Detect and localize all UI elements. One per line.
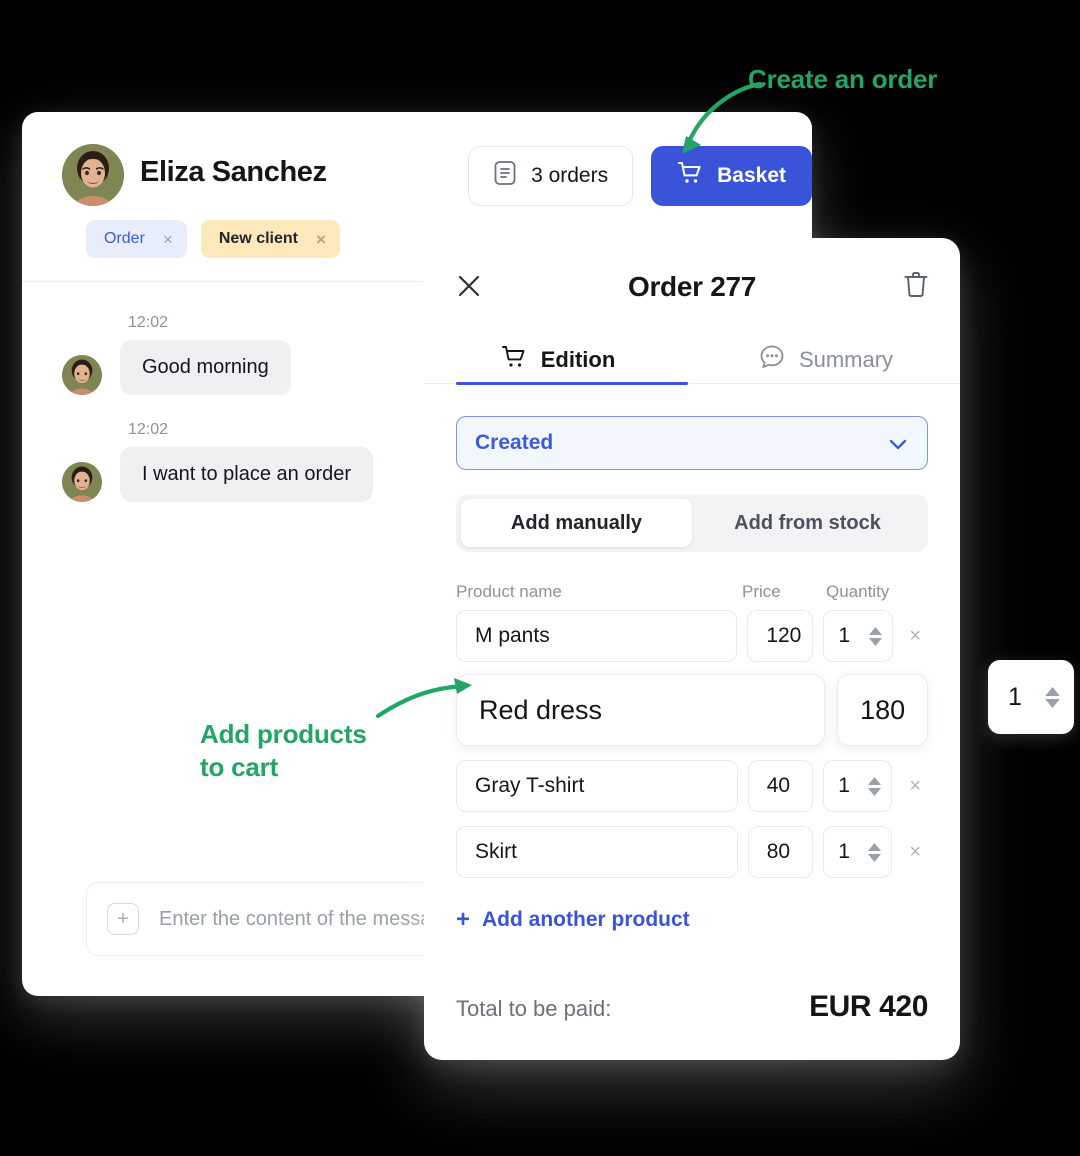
column-header-name: Product name xyxy=(456,582,562,601)
order-tabs: Edition Summary xyxy=(424,336,960,385)
segment-add-from-stock[interactable]: Add from stock xyxy=(692,499,923,547)
quantity-value: 1 xyxy=(838,774,850,797)
close-icon[interactable]: × xyxy=(163,231,173,248)
order-status-select[interactable]: Created xyxy=(456,416,928,470)
attach-plus-icon[interactable]: + xyxy=(107,903,139,935)
close-icon[interactable]: × xyxy=(316,231,326,248)
segment-add-manually[interactable]: Add manually xyxy=(461,499,692,547)
order-status-value: Created xyxy=(475,431,554,454)
quantity-value: 1 xyxy=(838,624,851,647)
tag-order[interactable]: Order × xyxy=(86,220,187,258)
column-header-quantity: Quantity xyxy=(826,582,890,601)
quantity-value: 1 xyxy=(1008,682,1022,711)
product-price-input[interactable]: 120 xyxy=(747,610,814,662)
product-name-input[interactable]: Red dress xyxy=(456,674,826,746)
quantity-stepper[interactable] xyxy=(868,776,882,796)
avatar xyxy=(62,355,102,395)
product-table-headers: Product name Price Quantity xyxy=(456,582,928,602)
product-quantity-input[interactable]: 1 xyxy=(823,760,893,812)
annotation-line-1: Add products xyxy=(200,719,367,749)
message-bubble: Good morning xyxy=(120,340,291,395)
orders-button-label: 3 orders xyxy=(531,164,609,187)
chat-bubble-icon xyxy=(759,344,785,376)
tab-edition-label: Edition xyxy=(540,346,616,372)
trash-icon[interactable] xyxy=(902,270,930,300)
message-bubble: I want to place an order xyxy=(120,447,374,502)
quantity-stepper[interactable] xyxy=(868,626,882,646)
product-price-input[interactable]: 40 xyxy=(747,760,814,812)
remove-product-icon[interactable]: × xyxy=(903,625,929,648)
avatar xyxy=(62,144,124,206)
screenshot-root: Eliza Sanchez Order × New client × 3 ord… xyxy=(0,0,1080,1156)
basket-button-label: Basket xyxy=(717,164,786,187)
annotation-add-products-to-cart: Add products to cart xyxy=(200,718,367,785)
remove-product-icon[interactable]: × xyxy=(902,841,928,864)
tab-edition[interactable]: Edition xyxy=(424,336,692,383)
order-total: Total to be paid: EUR 420 xyxy=(456,990,928,1024)
annotation-create-an-order: Create an order xyxy=(748,64,938,94)
quantity-value: 1 xyxy=(838,840,850,863)
remove-product-icon[interactable]: × xyxy=(902,775,928,798)
product-name-input[interactable]: Skirt xyxy=(456,826,738,878)
document-icon xyxy=(493,160,517,192)
order-title: Order 277 xyxy=(627,271,757,302)
header-actions: 3 orders Basket xyxy=(468,146,812,206)
quantity-stepper[interactable] xyxy=(868,842,882,862)
product-quantity-input[interactable]: 1 xyxy=(823,826,893,878)
plus-icon: + xyxy=(456,906,471,933)
product-name-input[interactable]: M pants xyxy=(456,610,738,662)
product-row: Gray T-shirt 40 1 × xyxy=(456,760,928,812)
message-input[interactable]: Enter the content of the message xyxy=(159,908,454,931)
tag-new-client-label: New client xyxy=(218,230,298,247)
add-another-product-button[interactable]: + Add another product xyxy=(456,908,928,932)
active-tab-indicator xyxy=(456,382,688,385)
product-row-highlighted: Red dress 180 xyxy=(456,674,928,746)
floating-quantity-stepper[interactable]: 1 xyxy=(988,660,1074,734)
basket-button[interactable]: Basket xyxy=(651,146,812,206)
order-total-label: Total to be paid: xyxy=(456,996,612,1021)
client-name: Eliza Sanchez xyxy=(140,156,327,188)
order-total-value: EUR 420 xyxy=(809,990,928,1023)
order-panel-body: Created Add manually Add from stock Prod… xyxy=(424,384,960,932)
tab-summary-label: Summary xyxy=(798,346,894,372)
order-panel: Order 277 Edition Summary Created Add ma… xyxy=(424,238,960,1060)
quantity-stepper[interactable] xyxy=(1045,686,1060,708)
product-row: M pants 120 1 × xyxy=(456,610,928,662)
product-price-input[interactable]: 80 xyxy=(747,826,814,878)
product-name-input[interactable]: Gray T-shirt xyxy=(456,760,738,812)
cart-icon xyxy=(677,161,703,191)
client-tags: Order × New client × xyxy=(86,220,340,258)
product-source-toggle: Add manually Add from stock xyxy=(456,494,928,552)
tag-new-client[interactable]: New client × xyxy=(200,220,340,258)
annotation-line-2: to cart xyxy=(200,752,279,783)
tab-summary[interactable]: Summary xyxy=(692,336,960,383)
product-price-input[interactable]: 180 xyxy=(837,674,928,746)
product-quantity-input[interactable]: 1 xyxy=(823,610,893,662)
chevron-down-icon[interactable] xyxy=(887,433,909,455)
order-panel-header: Order 277 xyxy=(424,238,960,336)
cart-icon xyxy=(501,345,527,375)
add-another-product-label: Add another product xyxy=(482,908,690,931)
orders-button[interactable]: 3 orders xyxy=(468,146,634,206)
avatar xyxy=(62,462,102,502)
product-row: Skirt 80 1 × xyxy=(456,826,928,878)
column-header-price: Price xyxy=(742,582,781,601)
tag-order-label: Order xyxy=(104,230,145,247)
